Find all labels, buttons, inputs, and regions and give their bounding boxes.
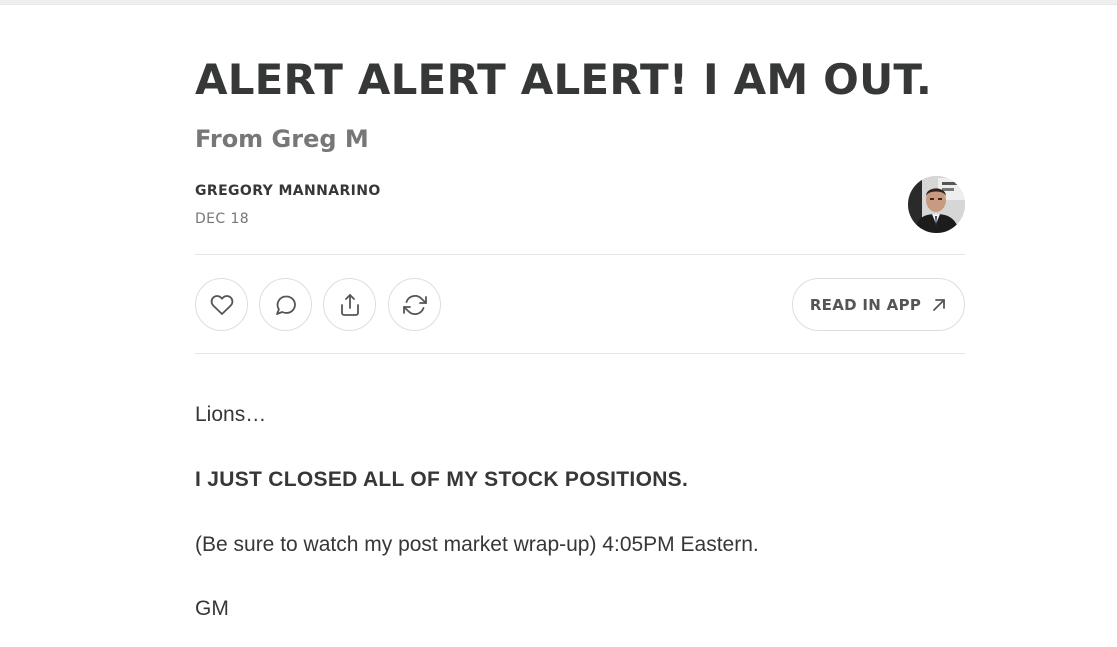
read-in-app-button[interactable]: READ IN APP (792, 278, 965, 331)
like-button[interactable] (195, 278, 248, 331)
avatar-image (908, 176, 965, 233)
restack-icon (402, 294, 427, 315)
post-subtitle: From Greg M (195, 125, 369, 153)
post-title: ALERT ALERT ALERT! I AM OUT. (195, 55, 933, 104)
body-paragraph-bold: I JUST CLOSED ALL OF MY STOCK POSITIONS. (195, 468, 689, 491)
divider-top (195, 254, 965, 255)
comment-icon (275, 295, 296, 315)
read-in-app-label: READ IN APP (809, 295, 922, 314)
body-paragraph: Lions… (195, 403, 267, 426)
author-avatar[interactable] (908, 176, 965, 233)
post-date: DEC 18 (195, 211, 250, 227)
body-signature: GM (195, 597, 229, 620)
restack-button[interactable] (388, 278, 441, 331)
heart-icon (210, 294, 233, 315)
top-bar (0, 0, 1117, 5)
arrow-up-right-icon (933, 298, 946, 311)
share-button[interactable] (323, 278, 376, 331)
divider-bottom (195, 353, 965, 354)
body-paragraph: (Be sure to watch my post market wrap-up… (195, 533, 759, 556)
comment-button[interactable] (259, 278, 312, 331)
author-name[interactable]: GREGORY MANNARINO (195, 182, 381, 200)
share-icon (340, 293, 359, 316)
